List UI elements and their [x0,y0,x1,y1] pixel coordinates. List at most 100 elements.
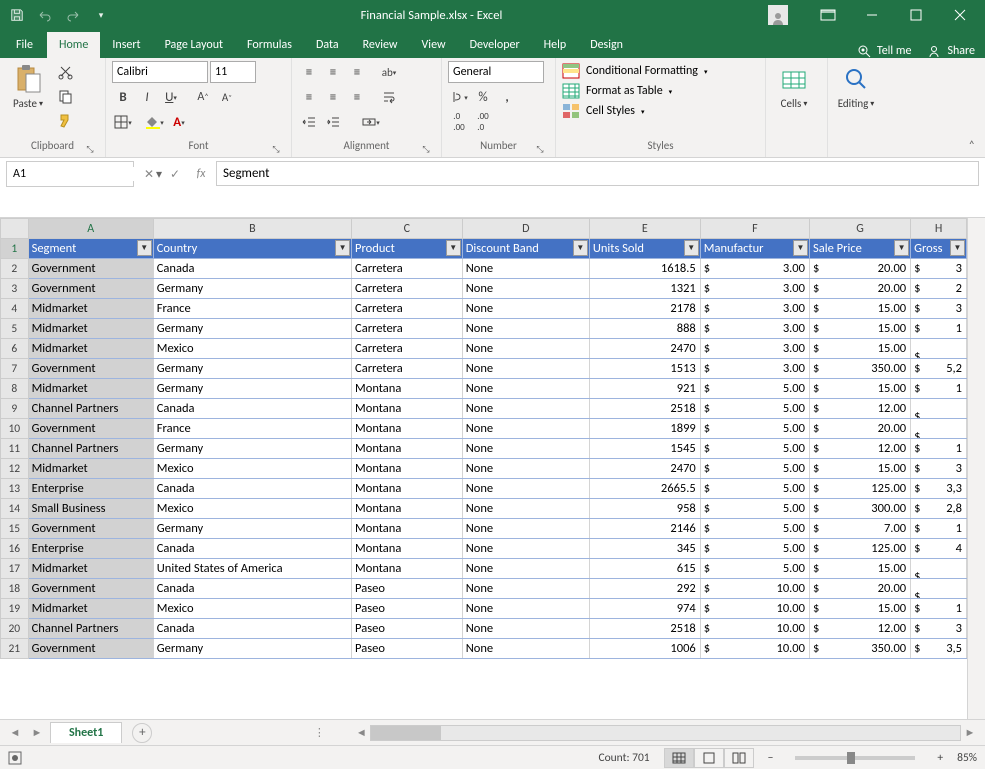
cell[interactable]: Germany [153,639,351,659]
cell[interactable]: 3 [911,619,967,639]
cell[interactable]: Midmarket [28,319,153,339]
zoom-level[interactable]: 85% [957,751,977,765]
cell[interactable]: None [462,339,589,359]
cell[interactable]: None [462,519,589,539]
cell[interactable]: 1899 [589,419,700,439]
cell[interactable]: Canada [153,399,351,419]
cell[interactable]: 5.00 [700,559,809,579]
copy-icon[interactable] [54,85,76,107]
cell[interactable]: 300.00 [809,499,910,519]
tab-data[interactable]: Data [304,32,351,58]
cell[interactable]: 5.00 [700,439,809,459]
cell[interactable]: None [462,359,589,379]
cell[interactable]: 5.00 [700,479,809,499]
cell[interactable]: 5.00 [700,539,809,559]
cell[interactable]: Mexico [153,499,351,519]
minimize-icon[interactable] [851,1,893,29]
cell[interactable]: Montana [352,539,463,559]
cell[interactable]: 2665.5 [589,479,700,499]
col-header-B[interactable]: B [153,219,351,239]
row-header[interactable]: 7 [1,359,29,379]
cell[interactable]: Government [28,579,153,599]
paste-button[interactable]: Paste▾ [6,61,50,110]
row-header[interactable]: 13 [1,479,29,499]
decrease-indent-icon[interactable] [298,111,320,133]
cell[interactable]: 2178 [589,299,700,319]
cell[interactable]: 12.00 [809,619,910,639]
cell[interactable]: Germany [153,319,351,339]
cell[interactable]: 12.00 [809,439,910,459]
cell[interactable]: None [462,299,589,319]
col-header-G[interactable]: G [809,219,910,239]
cell[interactable]: Midmarket [28,339,153,359]
table-header-cell[interactable]: Discount Band▼ [462,239,589,259]
dialog-launcher-icon[interactable]: ⤡ [419,142,433,156]
wrap-text-icon[interactable] [378,86,400,108]
increase-font-icon[interactable]: A˄ [192,86,214,108]
row-header[interactable]: 2 [1,259,29,279]
cell[interactable]: 15.00 [809,379,910,399]
col-header-D[interactable]: D [462,219,589,239]
cell[interactable]: Midmarket [28,599,153,619]
cell[interactable]: None [462,499,589,519]
cell[interactable]: 2470 [589,459,700,479]
cell[interactable]: Midmarket [28,299,153,319]
row-header[interactable]: 21 [1,639,29,659]
cell[interactable]: 3.00 [700,359,809,379]
col-header-C[interactable]: C [352,219,463,239]
qat-customize-icon[interactable]: ▾ [88,2,114,28]
cell[interactable]: 10.00 [700,639,809,659]
cell[interactable]: Small Business [28,499,153,519]
cell[interactable]: Montana [352,499,463,519]
fx-icon[interactable]: fx [188,161,214,187]
orientation-icon[interactable]: ab▾ [378,61,400,83]
cell[interactable]: Paseo [352,579,463,599]
table-header-cell[interactable]: Units Sold▼ [589,239,700,259]
cut-icon[interactable] [54,61,76,83]
sheet-nav-prev-icon[interactable]: ◄ [6,723,24,743]
cell[interactable]: 125.00 [809,539,910,559]
ribbon-display-icon[interactable] [807,1,849,29]
cell[interactable]: Government [28,419,153,439]
tab-page-layout[interactable]: Page Layout [153,32,235,58]
filter-dropdown-icon[interactable]: ▼ [684,240,699,256]
cell[interactable]: Montana [352,559,463,579]
cell[interactable]: Canada [153,619,351,639]
col-header-H[interactable]: H [911,219,967,239]
align-top-icon[interactable]: ≡ [298,61,320,83]
cell[interactable]: 20.00 [809,259,910,279]
conditional-formatting-button[interactable]: Conditional Formatting▾ [562,63,707,79]
tab-file[interactable]: File [2,32,47,58]
split-icon[interactable]: ⋮ [310,723,328,743]
maximize-icon[interactable] [895,1,937,29]
row-header[interactable]: 18 [1,579,29,599]
cell[interactable]: 350.00 [809,639,910,659]
format-as-table-button[interactable]: Format as Table▾ [562,83,672,99]
cell[interactable]: 3.00 [700,299,809,319]
filter-dropdown-icon[interactable]: ▼ [573,240,588,256]
cell[interactable]: Germany [153,279,351,299]
cell[interactable]: 2518 [589,619,700,639]
cell[interactable]: 3,3 [911,479,967,499]
row-header[interactable]: 20 [1,619,29,639]
sheet-tab[interactable]: Sheet1 [50,722,122,743]
table-header-cell[interactable]: Segment▼ [28,239,153,259]
row-header[interactable]: 9 [1,399,29,419]
row-header[interactable]: 19 [1,599,29,619]
cell[interactable]: 5.00 [700,419,809,439]
cell[interactable]: 3 [911,259,967,279]
cell[interactable]: Government [28,519,153,539]
cell[interactable]: Germany [153,359,351,379]
cell[interactable]: 15.00 [809,299,910,319]
cell[interactable]: 20.00 [809,279,910,299]
zoom-out-icon[interactable]: − [768,751,774,765]
cell[interactable]: 3.00 [700,339,809,359]
cell[interactable]: Government [28,259,153,279]
cell[interactable]: 2470 [589,339,700,359]
enter-formula-icon[interactable]: ✓ [162,161,188,187]
cell[interactable]: None [462,259,589,279]
increase-indent-icon[interactable] [322,111,344,133]
align-center-icon[interactable]: ≡ [322,86,344,108]
col-header-E[interactable]: E [589,219,700,239]
cell[interactable]: Montana [352,379,463,399]
